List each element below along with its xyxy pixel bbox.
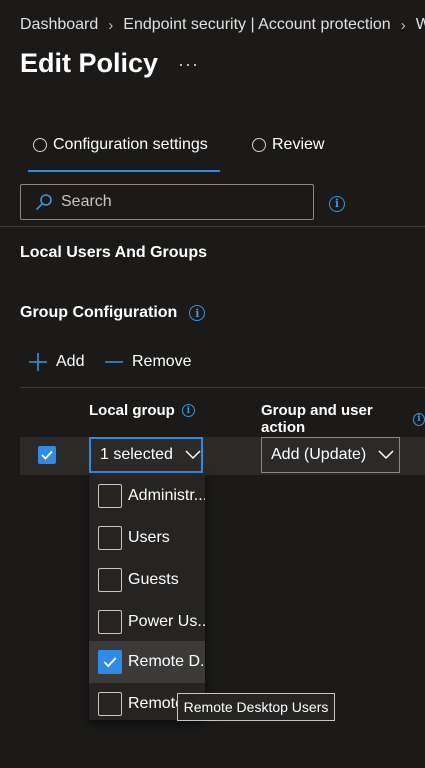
divider (20, 387, 425, 388)
checkmark-icon (103, 657, 117, 668)
tab-label: Review (272, 136, 325, 153)
search-icon (36, 194, 52, 210)
option-label: Guests (128, 571, 179, 588)
search-placeholder: Search (61, 193, 112, 210)
add-button[interactable]: Add (28, 352, 84, 372)
local-group-dropdown-value: 1 selected (100, 446, 173, 463)
group-config-info-icon[interactable]: i (189, 305, 206, 321)
tab-configuration-settings[interactable]: Configuration settings (33, 136, 208, 154)
breadcrumb-account-protection[interactable]: Endpoint security | Account protection (123, 16, 390, 34)
option-remote-desktop-users[interactable]: Remote D... (89, 641, 205, 683)
option-label: Remote D... (128, 653, 205, 670)
column-label: Local group (89, 402, 175, 419)
tab-review[interactable]: Review (252, 136, 324, 154)
option-checkbox[interactable] (98, 650, 122, 674)
local-group-dropdown[interactable]: 1 selected (89, 437, 203, 473)
option-checkbox[interactable] (98, 692, 122, 716)
group-configuration-label: Group Configuration (20, 304, 178, 321)
radio-icon (33, 138, 47, 152)
column-header-local-group: Local group i (89, 402, 195, 419)
breadcrumb-dashboard[interactable]: Dashboard (20, 16, 98, 34)
action-info-icon[interactable]: i (413, 412, 425, 426)
more-options-icon[interactable]: ··· (178, 54, 199, 75)
local-group-options-menu: Administr... Users Guests Power Us... Re… (89, 475, 205, 720)
breadcrumb: Dashboard › Endpoint security | Account … (20, 16, 425, 34)
option-label: Administr... (128, 487, 205, 504)
search-input[interactable]: Search (20, 184, 314, 220)
option-checkbox[interactable] (98, 484, 122, 508)
chevron-right-icon: › (400, 16, 406, 34)
option-power-users[interactable]: Power Us... (89, 601, 205, 643)
chevron-right-icon: › (108, 16, 114, 34)
minus-icon (105, 361, 123, 363)
action-dropdown-value: Add (Update) (271, 446, 367, 463)
add-label: Add (56, 353, 85, 370)
tooltip: Remote Desktop Users (177, 693, 335, 721)
chevron-down-icon (378, 450, 394, 460)
local-group-info-icon[interactable]: i (181, 404, 195, 417)
chevron-down-icon (185, 450, 201, 460)
column-header-group-user-action: Group and user action i (261, 402, 425, 436)
divider (0, 226, 425, 227)
option-checkbox[interactable] (98, 610, 122, 634)
option-checkbox[interactable] (98, 568, 122, 592)
group-configuration-heading: Group Configuration i (20, 304, 206, 322)
search-info-icon[interactable]: i (329, 194, 345, 212)
breadcrumb-policy[interactable]: W (416, 16, 425, 34)
remove-label: Remove (132, 353, 192, 370)
active-tab-indicator (28, 170, 220, 172)
remove-button[interactable]: Remove (104, 352, 192, 372)
option-users[interactable]: Users (89, 517, 205, 559)
tab-label: Configuration settings (53, 136, 208, 153)
option-label: Users (128, 529, 170, 546)
group-user-action-dropdown[interactable]: Add (Update) (261, 437, 400, 473)
row-checkbox[interactable] (38, 446, 56, 464)
option-guests[interactable]: Guests (89, 559, 205, 601)
radio-icon (252, 138, 266, 152)
section-title-local-users: Local Users And Groups (20, 244, 207, 261)
option-administrators[interactable]: Administr... (89, 475, 205, 517)
column-label: Group and user action (261, 402, 373, 436)
option-checkbox[interactable] (98, 526, 122, 550)
checkmark-icon (41, 450, 53, 460)
plus-icon (29, 353, 47, 371)
option-label: Power Us... (128, 613, 205, 630)
page-title: Edit Policy (20, 48, 159, 78)
